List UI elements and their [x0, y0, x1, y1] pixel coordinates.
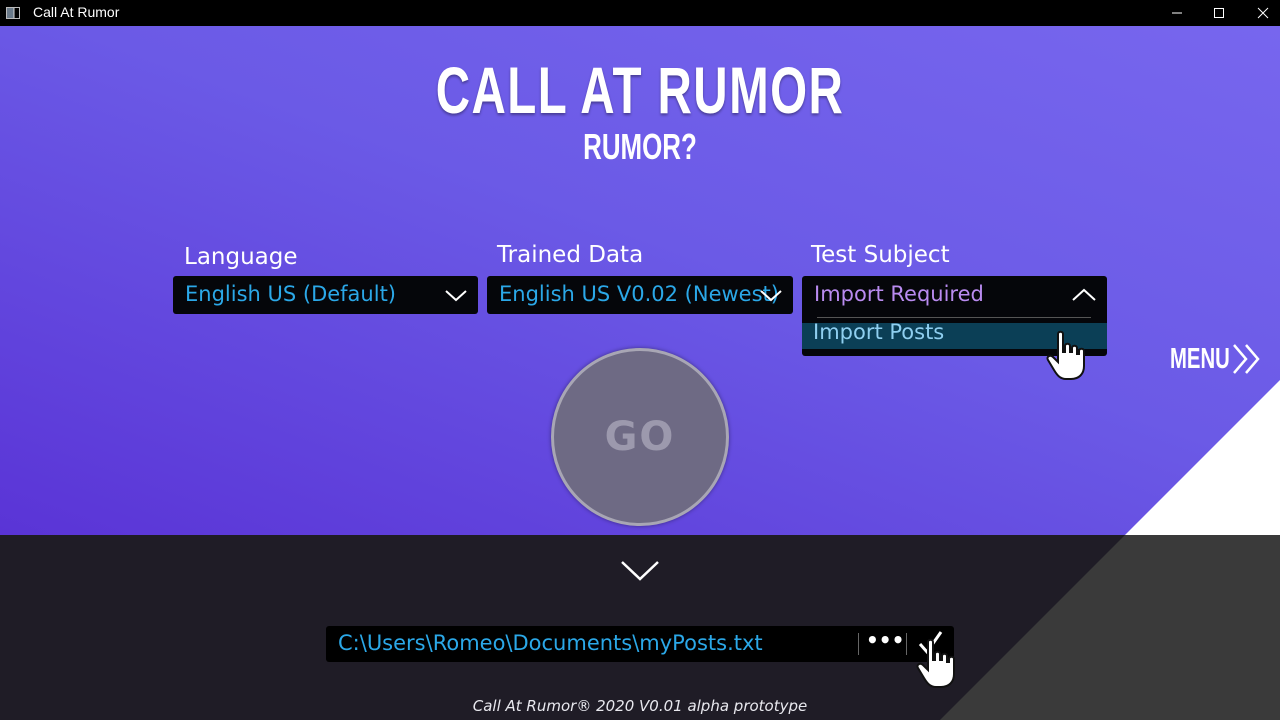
chevron-down-icon: [760, 290, 782, 302]
window-titlebar: Call At Rumor: [0, 0, 1280, 26]
language-label: Language: [184, 244, 298, 270]
menu-button[interactable]: MENU: [1170, 342, 1264, 376]
file-path-input[interactable]: C:\Users\Romeo\Documents\myPosts.txt: [338, 631, 763, 655]
app-icon: [6, 7, 20, 19]
import-panel: C:\Users\Romeo\Documents\myPosts.txt •••…: [0, 535, 1280, 720]
trained-data-label: Trained Data: [497, 242, 644, 268]
browse-button[interactable]: •••: [866, 628, 904, 658]
hand-cursor-icon: [1046, 330, 1085, 380]
window-title: Call At Rumor: [33, 4, 120, 20]
hand-cursor-icon: [916, 638, 955, 688]
language-value: English US (Default): [185, 282, 396, 306]
minimize-button[interactable]: [1154, 0, 1200, 26]
chevron-down-icon[interactable]: [620, 559, 660, 583]
maximize-button[interactable]: [1196, 0, 1242, 26]
trained-data-value: English US V0.02 (Newest): [499, 282, 779, 306]
dropdown-separator: [817, 317, 1091, 318]
close-icon: [1257, 7, 1269, 19]
go-button[interactable]: GO: [551, 348, 729, 526]
go-label: GO: [604, 414, 676, 460]
file-path-field[interactable]: C:\Users\Romeo\Documents\myPosts.txt •••: [326, 626, 954, 662]
trained-data-dropdown[interactable]: English US V0.02 (Newest): [487, 276, 793, 314]
divider: [906, 633, 907, 655]
chevron-down-icon: [445, 290, 467, 302]
maximize-icon: [1214, 8, 1224, 18]
test-subject-label: Test Subject: [811, 242, 950, 268]
test-subject-value: Import Required: [814, 282, 984, 306]
app-subtitle: RUMOR?: [583, 126, 697, 167]
menu-label: MENU: [1170, 342, 1230, 375]
language-dropdown[interactable]: English US (Default): [173, 276, 478, 314]
double-chevron-right-icon: [1233, 344, 1260, 374]
option-label: Import Posts: [813, 320, 945, 344]
close-button[interactable]: [1240, 0, 1280, 26]
main-panel: CALL AT RUMOR RUMOR? Language English US…: [0, 26, 1280, 535]
divider: [858, 633, 859, 655]
footer-text: Call At Rumor® 2020 V0.01 alpha prototyp…: [472, 697, 808, 715]
minimize-icon: [1172, 12, 1182, 14]
app-title: CALL AT RUMOR: [435, 53, 845, 127]
chevron-up-icon[interactable]: [1071, 286, 1097, 304]
